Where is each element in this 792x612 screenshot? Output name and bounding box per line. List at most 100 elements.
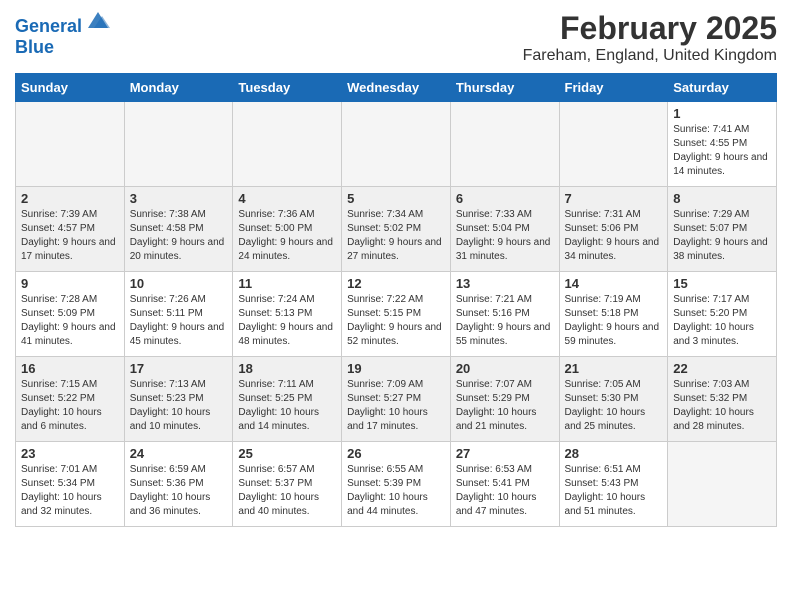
day-info: Sunrise: 7:29 AM Sunset: 5:07 PM Dayligh…: [673, 208, 771, 264]
day-number: 12: [347, 276, 445, 291]
day-info: Sunrise: 7:28 AM Sunset: 5:09 PM Dayligh…: [21, 293, 119, 349]
col-monday: Monday: [124, 74, 233, 102]
calendar-week-1: 1 Sunrise: 7:41 AM Sunset: 4:55 PM Daylig…: [16, 102, 777, 187]
day-number: 25: [238, 446, 336, 461]
day-info: Sunrise: 7:41 AM Sunset: 4:55 PM Dayligh…: [673, 123, 771, 179]
calendar-day: 21 Sunrise: 7:05 AM Sunset: 5:30 PM Dayli…: [559, 357, 668, 442]
calendar-table: Sunday Monday Tuesday Wednesday Thursday…: [15, 73, 777, 527]
logo-general: General: [15, 16, 82, 36]
day-number: 1: [673, 106, 771, 121]
header: General Blue February 2025 Fareham, Engl…: [15, 10, 777, 65]
calendar-day: [450, 102, 559, 187]
day-number: 6: [456, 191, 554, 206]
calendar-day: [668, 442, 777, 527]
calendar-day: 10Sunrise: 7:26 AM Sunset: 5:11 PM Dayli…: [124, 272, 233, 357]
calendar-day: 11 Sunrise: 7:24 AM Sunset: 5:13 PM Dayli…: [233, 272, 342, 357]
day-info: Sunrise: 7:22 AM Sunset: 5:15 PM Dayligh…: [347, 293, 445, 349]
day-number: 22: [673, 361, 771, 376]
calendar-day: 22Sunrise: 7:03 AM Sunset: 5:32 PM Dayli…: [668, 357, 777, 442]
calendar-day: 13 Sunrise: 7:21 AM Sunset: 5:16 PM Dayli…: [450, 272, 559, 357]
logo-icon: [84, 10, 112, 32]
calendar-day: 26Sunrise: 6:55 AM Sunset: 5:39 PM Dayli…: [342, 442, 451, 527]
day-number: 28: [565, 446, 663, 461]
day-number: 3: [130, 191, 228, 206]
calendar-day: 18 Sunrise: 7:11 AM Sunset: 5:25 PM Dayli…: [233, 357, 342, 442]
day-number: 23: [21, 446, 119, 461]
calendar-title: February 2025: [523, 10, 777, 47]
day-info: Sunrise: 7:36 AM Sunset: 5:00 PM Dayligh…: [238, 208, 336, 264]
calendar-day: 20 Sunrise: 7:07 AM Sunset: 5:29 PM Dayli…: [450, 357, 559, 442]
day-info: Sunrise: 7:11 AM Sunset: 5:25 PM Dayligh…: [238, 378, 336, 434]
day-info: Sunrise: 7:01 AM Sunset: 5:34 PM Dayligh…: [21, 463, 119, 519]
day-number: 19: [347, 361, 445, 376]
day-info: Sunrise: 7:26 AM Sunset: 5:11 PM Dayligh…: [130, 293, 228, 349]
calendar-day: [233, 102, 342, 187]
day-number: 2: [21, 191, 119, 206]
day-number: 15: [673, 276, 771, 291]
day-info: Sunrise: 7:07 AM Sunset: 5:29 PM Dayligh…: [456, 378, 554, 434]
day-info: Sunrise: 7:05 AM Sunset: 5:30 PM Dayligh…: [565, 378, 663, 434]
col-thursday: Thursday: [450, 74, 559, 102]
calendar-day: 2Sunrise: 7:39 AM Sunset: 4:57 PM Daylig…: [16, 187, 125, 272]
page: General Blue February 2025 Fareham, Engl…: [0, 0, 792, 542]
calendar-day: 1 Sunrise: 7:41 AM Sunset: 4:55 PM Daylig…: [668, 102, 777, 187]
calendar-day: 25 Sunrise: 6:57 AM Sunset: 5:37 PM Dayli…: [233, 442, 342, 527]
day-info: Sunrise: 7:31 AM Sunset: 5:06 PM Dayligh…: [565, 208, 663, 264]
col-sunday: Sunday: [16, 74, 125, 102]
day-number: 9: [21, 276, 119, 291]
col-saturday: Saturday: [668, 74, 777, 102]
col-wednesday: Wednesday: [342, 74, 451, 102]
header-row: Sunday Monday Tuesday Wednesday Thursday…: [16, 74, 777, 102]
day-info: Sunrise: 7:38 AM Sunset: 4:58 PM Dayligh…: [130, 208, 228, 264]
calendar-day: 23 Sunrise: 7:01 AM Sunset: 5:34 PM Dayli…: [16, 442, 125, 527]
logo-text: General Blue: [15, 10, 112, 58]
day-number: 7: [565, 191, 663, 206]
calendar-day: 3 Sunrise: 7:38 AM Sunset: 4:58 PM Daylig…: [124, 187, 233, 272]
day-info: Sunrise: 6:53 AM Sunset: 5:41 PM Dayligh…: [456, 463, 554, 519]
day-number: 14: [565, 276, 663, 291]
day-info: Sunrise: 6:57 AM Sunset: 5:37 PM Dayligh…: [238, 463, 336, 519]
calendar-day: 17Sunrise: 7:13 AM Sunset: 5:23 PM Dayli…: [124, 357, 233, 442]
day-number: 13: [456, 276, 554, 291]
calendar-day: [16, 102, 125, 187]
calendar-day: 6 Sunrise: 7:33 AM Sunset: 5:04 PM Daylig…: [450, 187, 559, 272]
day-info: Sunrise: 7:33 AM Sunset: 5:04 PM Dayligh…: [456, 208, 554, 264]
calendar-subtitle: Fareham, England, United Kingdom: [523, 47, 777, 65]
calendar-day: 16 Sunrise: 7:15 AM Sunset: 5:22 PM Dayli…: [16, 357, 125, 442]
calendar-week-4: 16 Sunrise: 7:15 AM Sunset: 5:22 PM Dayli…: [16, 357, 777, 442]
day-number: 20: [456, 361, 554, 376]
calendar-day: 7 Sunrise: 7:31 AM Sunset: 5:06 PM Daylig…: [559, 187, 668, 272]
day-number: 18: [238, 361, 336, 376]
day-info: Sunrise: 6:55 AM Sunset: 5:39 PM Dayligh…: [347, 463, 445, 519]
day-number: 17: [130, 361, 228, 376]
day-number: 21: [565, 361, 663, 376]
calendar-day: 4 Sunrise: 7:36 AM Sunset: 5:00 PM Daylig…: [233, 187, 342, 272]
calendar-day: 15 Sunrise: 7:17 AM Sunset: 5:20 PM Dayli…: [668, 272, 777, 357]
calendar-week-5: 23 Sunrise: 7:01 AM Sunset: 5:34 PM Dayli…: [16, 442, 777, 527]
day-number: 16: [21, 361, 119, 376]
calendar-day: 24Sunrise: 6:59 AM Sunset: 5:36 PM Dayli…: [124, 442, 233, 527]
day-info: Sunrise: 6:51 AM Sunset: 5:43 PM Dayligh…: [565, 463, 663, 519]
day-number: 27: [456, 446, 554, 461]
calendar-day: 9 Sunrise: 7:28 AM Sunset: 5:09 PM Daylig…: [16, 272, 125, 357]
logo-blue: Blue: [15, 37, 54, 57]
calendar-day: [342, 102, 451, 187]
day-info: Sunrise: 7:21 AM Sunset: 5:16 PM Dayligh…: [456, 293, 554, 349]
day-info: Sunrise: 7:15 AM Sunset: 5:22 PM Dayligh…: [21, 378, 119, 434]
col-friday: Friday: [559, 74, 668, 102]
day-number: 8: [673, 191, 771, 206]
calendar-day: 12 Sunrise: 7:22 AM Sunset: 5:15 PM Dayli…: [342, 272, 451, 357]
day-number: 5: [347, 191, 445, 206]
day-number: 4: [238, 191, 336, 206]
day-info: Sunrise: 7:17 AM Sunset: 5:20 PM Dayligh…: [673, 293, 771, 349]
calendar-day: 14Sunrise: 7:19 AM Sunset: 5:18 PM Dayli…: [559, 272, 668, 357]
day-number: 11: [238, 276, 336, 291]
calendar-day: 27 Sunrise: 6:53 AM Sunset: 5:41 PM Dayli…: [450, 442, 559, 527]
calendar-day: 5Sunrise: 7:34 AM Sunset: 5:02 PM Daylig…: [342, 187, 451, 272]
col-tuesday: Tuesday: [233, 74, 342, 102]
day-info: Sunrise: 7:24 AM Sunset: 5:13 PM Dayligh…: [238, 293, 336, 349]
calendar-day: 8 Sunrise: 7:29 AM Sunset: 5:07 PM Daylig…: [668, 187, 777, 272]
day-info: Sunrise: 6:59 AM Sunset: 5:36 PM Dayligh…: [130, 463, 228, 519]
day-info: Sunrise: 7:09 AM Sunset: 5:27 PM Dayligh…: [347, 378, 445, 434]
calendar-day: 28 Sunrise: 6:51 AM Sunset: 5:43 PM Dayli…: [559, 442, 668, 527]
